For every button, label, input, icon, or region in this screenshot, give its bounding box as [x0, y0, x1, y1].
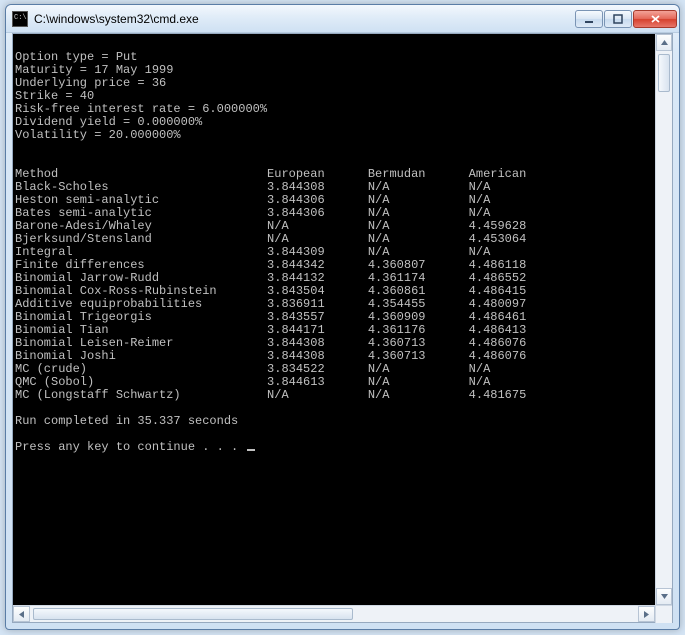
scroll-up-button[interactable]	[656, 34, 672, 51]
scroll-down-button[interactable]	[656, 588, 672, 605]
scrollbar-corner	[655, 606, 672, 623]
scroll-left-button[interactable]	[13, 606, 30, 622]
vertical-scroll-thumb[interactable]	[658, 54, 670, 92]
window-buttons	[575, 10, 677, 28]
titlebar[interactable]: C:\windows\system32\cmd.exe	[6, 5, 679, 33]
cmd-icon	[12, 11, 28, 27]
console-wrap: Option type = Put Maturity = 17 May 1999…	[13, 34, 672, 605]
close-button[interactable]	[633, 10, 677, 28]
cmd-window: C:\windows\system32\cmd.exe Option type …	[5, 4, 680, 630]
text-cursor	[247, 449, 255, 451]
console-output[interactable]: Option type = Put Maturity = 17 May 1999…	[13, 34, 655, 605]
horizontal-scroll-thumb[interactable]	[33, 608, 353, 620]
minimize-button[interactable]	[575, 10, 603, 28]
maximize-button[interactable]	[604, 10, 632, 28]
horizontal-scrollbar[interactable]	[13, 605, 672, 622]
vertical-scrollbar[interactable]	[655, 34, 672, 605]
window-title: C:\windows\system32\cmd.exe	[34, 12, 575, 26]
client-area: Option type = Put Maturity = 17 May 1999…	[12, 33, 673, 623]
scroll-right-button[interactable]	[638, 606, 655, 622]
